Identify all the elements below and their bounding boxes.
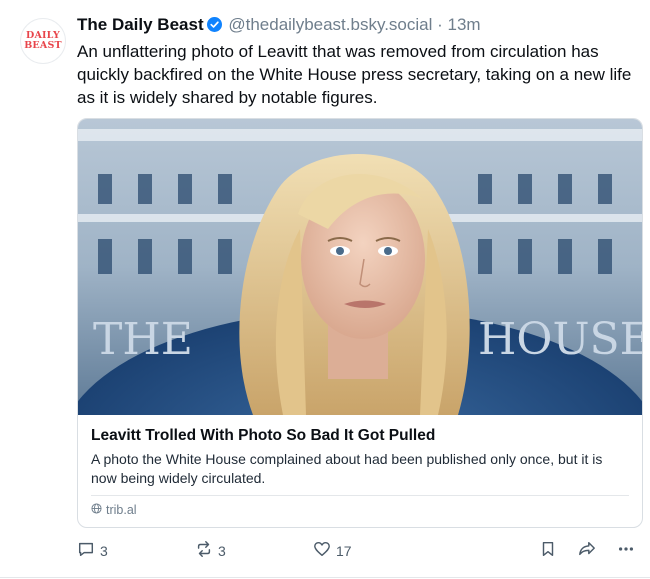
reply-button[interactable]: 3 — [77, 540, 108, 561]
post-header: The Daily Beast @thedailybeast.bsky.soci… — [77, 15, 481, 37]
repost-button[interactable]: 3 — [195, 540, 226, 561]
share-icon — [577, 540, 597, 561]
card-domain[interactable]: trib.al — [91, 503, 137, 517]
post-text: An unflattering photo of Leavitt that wa… — [77, 42, 632, 107]
post-actions: 3 3 17 — [77, 540, 637, 562]
post[interactable]: DAILY BEAST The Daily Beast @thedailybeas… — [0, 0, 650, 579]
link-card[interactable]: THE HOUSE Leavitt Trolled With Photo So … — [77, 118, 643, 528]
repost-icon — [195, 540, 213, 561]
separator-dot: · — [432, 15, 448, 34]
repost-count: 3 — [218, 542, 226, 559]
card-domain-text: trib.al — [106, 503, 137, 517]
author-handle[interactable]: @thedailybeast.bsky.social — [228, 15, 432, 34]
like-count: 17 — [336, 542, 352, 559]
card-divider — [91, 495, 629, 496]
post-divider — [0, 577, 650, 578]
post-time[interactable]: 13m — [448, 15, 481, 34]
card-title[interactable]: Leavitt Trolled With Photo So Bad It Got… — [91, 427, 435, 445]
globe-icon — [91, 503, 102, 517]
avatar[interactable]: DAILY BEAST — [20, 18, 66, 64]
more-options-button[interactable] — [617, 540, 635, 561]
author-name[interactable]: The Daily Beast — [77, 15, 204, 34]
daily-beast-logo: DAILY BEAST — [24, 30, 62, 51]
image-text-left: THE — [93, 314, 193, 365]
image-text-right: HOUSE — [478, 314, 642, 365]
like-button[interactable]: 17 — [313, 540, 352, 561]
more-dots-icon — [617, 540, 635, 561]
card-image: THE HOUSE — [78, 119, 642, 415]
share-button[interactable] — [577, 540, 597, 561]
card-description: A photo the White House complained about… — [91, 451, 603, 486]
bookmark-icon — [539, 540, 557, 561]
reply-count: 3 — [100, 542, 108, 559]
heart-icon — [313, 540, 331, 561]
verified-check-icon — [206, 17, 222, 37]
bookmark-button[interactable] — [539, 540, 557, 561]
reply-icon — [77, 540, 95, 561]
